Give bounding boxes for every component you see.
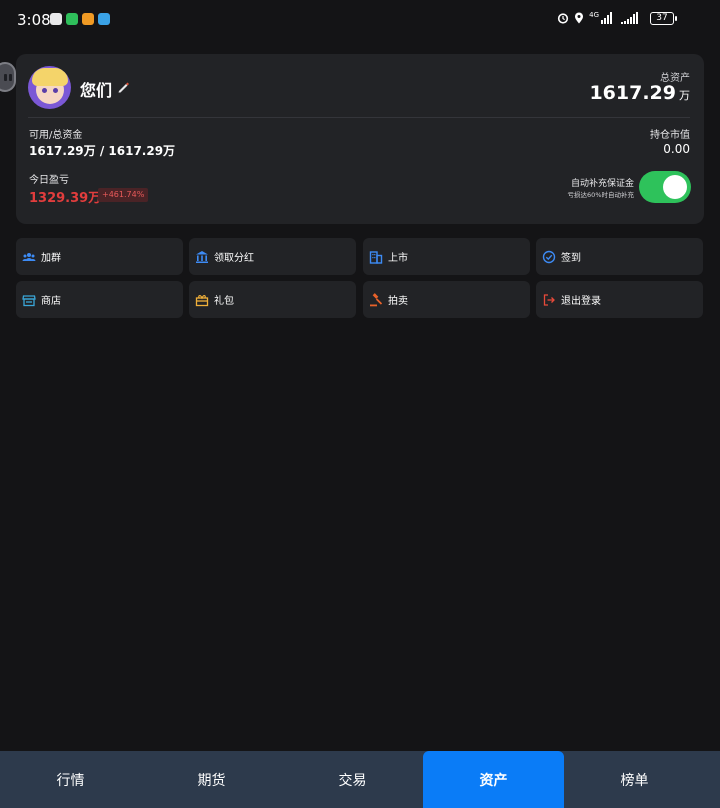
today-pnl-value: 1329.39万 bbox=[29, 191, 102, 206]
blue-app-icon bbox=[98, 13, 110, 25]
bank-icon bbox=[196, 250, 208, 263]
status-bar: 3:08 4G 37 bbox=[0, 0, 720, 40]
today-pnl-percent-badge: +461.74% bbox=[98, 188, 149, 202]
available-funds-label: 可用/总资金 bbox=[29, 130, 83, 141]
action-store-button[interactable]: 商店 bbox=[16, 281, 183, 318]
tab-market[interactable]: 行情 bbox=[0, 751, 141, 808]
battery-icon: 37 bbox=[650, 12, 677, 25]
tab-leaderboard[interactable]: 榜单 bbox=[564, 751, 705, 808]
grid-app-icon bbox=[50, 13, 62, 25]
orange-app-icon bbox=[82, 13, 94, 25]
toggle-knob bbox=[663, 175, 687, 199]
floating-assistant-handle[interactable] bbox=[0, 62, 16, 92]
action-listing-button[interactable]: 上市 bbox=[363, 238, 530, 275]
action-label: 领取分红 bbox=[214, 253, 254, 264]
signal-icon-2 bbox=[621, 12, 638, 24]
location-icon bbox=[575, 12, 584, 24]
building-icon bbox=[369, 250, 383, 264]
action-gift-pack-button[interactable]: 礼包 bbox=[189, 281, 356, 318]
store-icon bbox=[22, 294, 36, 306]
holdings-value: 0.00 bbox=[663, 142, 690, 156]
auto-margin-toggle[interactable] bbox=[639, 171, 691, 203]
checkin-icon bbox=[542, 250, 556, 263]
auto-margin-label: 自动补充保证金 bbox=[570, 179, 634, 189]
status-time: 3:08 bbox=[17, 11, 51, 29]
action-label: 签到 bbox=[561, 253, 581, 264]
action-label: 拍卖 bbox=[388, 296, 408, 307]
group-icon bbox=[22, 252, 36, 261]
action-label: 上市 bbox=[388, 253, 408, 264]
today-pnl-label: 今日盈亏 bbox=[29, 175, 69, 186]
divider bbox=[28, 117, 690, 118]
avatar-eye-left bbox=[42, 88, 47, 93]
notification-icons bbox=[50, 13, 110, 25]
status-indicators: 4G bbox=[557, 11, 638, 24]
gift-icon bbox=[195, 294, 209, 306]
total-assets-value: 1617.29 万 bbox=[589, 82, 690, 104]
action-label: 商店 bbox=[41, 296, 61, 307]
action-logout-button[interactable]: 退出登录 bbox=[536, 281, 703, 318]
screen: 3:08 4G 37 您们 总资产 1617.29 万 可用/总资金 1617.… bbox=[0, 0, 720, 808]
tab-futures[interactable]: 期货 bbox=[141, 751, 282, 808]
logout-icon bbox=[543, 293, 555, 306]
auto-margin-subtext: 亏损达60%时自动补充 bbox=[567, 191, 634, 199]
signal-icon bbox=[601, 12, 612, 24]
wechat-icon bbox=[66, 13, 78, 25]
tab-assets[interactable]: 资产 bbox=[423, 751, 564, 808]
holdings-value-label: 持仓市值 bbox=[650, 130, 690, 141]
action-auction-button[interactable]: 拍卖 bbox=[363, 281, 530, 318]
avatar-hair bbox=[32, 68, 68, 86]
action-claim-dividend-button[interactable]: 领取分红 bbox=[189, 238, 356, 275]
action-label: 礼包 bbox=[214, 296, 234, 307]
bottom-tab-bar: 行情 期货 交易 资产 榜单 bbox=[0, 751, 720, 808]
total-assets-number: 1617.29 bbox=[589, 82, 676, 104]
gavel-icon bbox=[370, 292, 383, 306]
action-join-group-button[interactable]: 加群 bbox=[16, 238, 183, 275]
action-label: 退出登录 bbox=[561, 296, 601, 307]
avatar-eye-right bbox=[53, 88, 58, 93]
account-summary-card: 您们 总资产 1617.29 万 可用/总资金 1617.29万 / 1617.2… bbox=[16, 54, 704, 224]
available-funds-value: 1617.29万 / 1617.29万 bbox=[29, 144, 176, 158]
avatar[interactable] bbox=[28, 66, 71, 109]
alarm-icon bbox=[558, 13, 569, 24]
action-label: 加群 bbox=[41, 253, 61, 264]
username: 您们 bbox=[80, 81, 113, 100]
total-assets-unit: 万 bbox=[679, 89, 690, 102]
network-type: 4G bbox=[589, 11, 599, 19]
tab-trade[interactable]: 交易 bbox=[282, 751, 423, 808]
edit-name-icon[interactable] bbox=[117, 81, 129, 93]
action-check-in-button[interactable]: 签到 bbox=[536, 238, 703, 275]
